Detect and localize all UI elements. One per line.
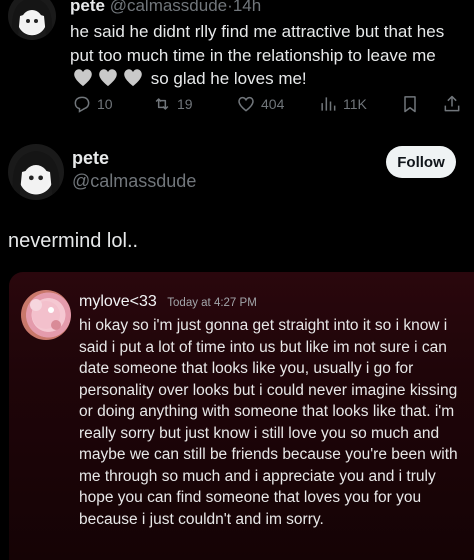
like-button[interactable]: 404 bbox=[236, 94, 284, 114]
dm-sender-avatar bbox=[21, 290, 71, 340]
share-button[interactable] bbox=[442, 94, 462, 114]
dm-screenshot-image[interactable]: mylove<33 Today at 4:27 PM hi okay so i'… bbox=[9, 272, 474, 560]
follow-button[interactable]: Follow bbox=[386, 146, 456, 178]
like-heart-icon bbox=[238, 96, 254, 112]
reply-tweet-header: pete @calmassdude·14h bbox=[70, 0, 261, 16]
reply-author-avatar[interactable] bbox=[8, 0, 56, 40]
dm-message-text: hi okay so i'm just gonna get straight i… bbox=[79, 317, 458, 528]
dm-timestamp: Today at 4:27 PM bbox=[167, 297, 257, 309]
dm-sender-name: mylove<33 bbox=[79, 293, 157, 310]
main-handle[interactable]: @calmassdude bbox=[72, 171, 196, 192]
dm-message-header: mylove<33 Today at 4:27 PM bbox=[79, 293, 257, 311]
reply-text-before: he said he didnt rlly find me attractive… bbox=[70, 22, 445, 65]
views-count: 11K bbox=[343, 96, 367, 112]
reply-tweet-text: he said he didnt rlly find me attractive… bbox=[70, 20, 465, 91]
reply-display-name[interactable]: pete bbox=[70, 0, 105, 15]
retweet-icon bbox=[155, 98, 169, 110]
reply-text-after: so glad he loves me! bbox=[150, 69, 307, 88]
views-bar-chart-icon bbox=[321, 97, 336, 111]
reply-handle[interactable]: @calmassdude bbox=[110, 0, 227, 15]
share-icon bbox=[444, 95, 460, 112]
main-tweet-text: nevermind lol.. bbox=[8, 230, 139, 252]
grey-heart-icon bbox=[74, 69, 92, 87]
reply-time[interactable]: 14h bbox=[233, 0, 261, 15]
main-author-avatar[interactable] bbox=[8, 144, 64, 200]
bookmark-button[interactable] bbox=[400, 94, 420, 114]
main-tweet-author: pete @calmassdude Follow bbox=[0, 140, 474, 210]
grey-hearts-emoji bbox=[72, 67, 144, 87]
retweet-button[interactable]: 19 bbox=[152, 94, 193, 114]
tweet-action-bar: 10 19 404 11K bbox=[72, 94, 464, 118]
grey-heart-icon bbox=[99, 69, 117, 87]
reply-icon bbox=[74, 96, 90, 113]
reply-button[interactable]: 10 bbox=[72, 94, 113, 114]
grey-heart-icon bbox=[124, 69, 142, 87]
bookmark-icon bbox=[404, 96, 416, 113]
retweet-count: 19 bbox=[177, 96, 193, 112]
main-display-name[interactable]: pete bbox=[72, 148, 109, 169]
views-button[interactable]: 11K bbox=[318, 94, 367, 114]
reply-count: 10 bbox=[97, 96, 113, 112]
like-count: 404 bbox=[261, 96, 285, 112]
reply-tweet: pete @calmassdude·14h he said he didnt r… bbox=[0, 0, 474, 130]
